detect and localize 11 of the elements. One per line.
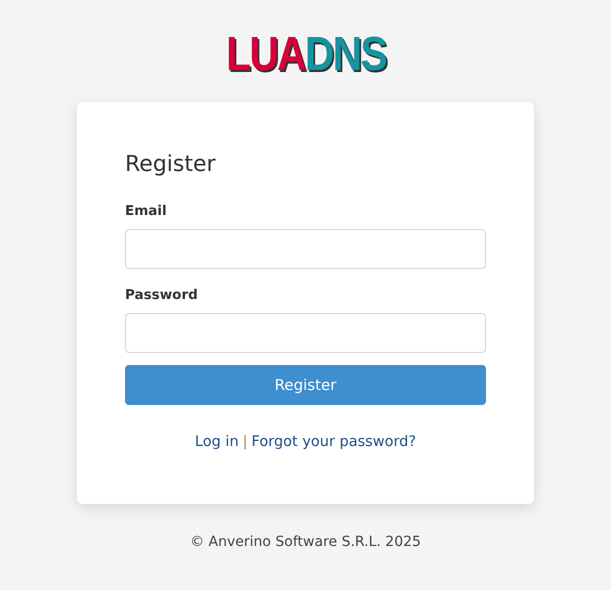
input-field[interactable]	[125, 313, 486, 353]
input-field[interactable]	[125, 229, 486, 269]
link-separator: |	[242, 433, 248, 452]
field-label: Password	[125, 286, 198, 304]
forgot-password-link[interactable]: Forgot your password?	[252, 432, 416, 452]
copyright-text: © Anverino Software S.R.L. 2025	[190, 534, 421, 550]
form-title: Register	[125, 151, 217, 179]
login-link[interactable]: Log in	[194, 432, 239, 452]
logo: LUADNS	[226, 32, 386, 78]
register-button[interactable]: Register	[125, 365, 486, 405]
field-label: Email	[125, 202, 167, 220]
